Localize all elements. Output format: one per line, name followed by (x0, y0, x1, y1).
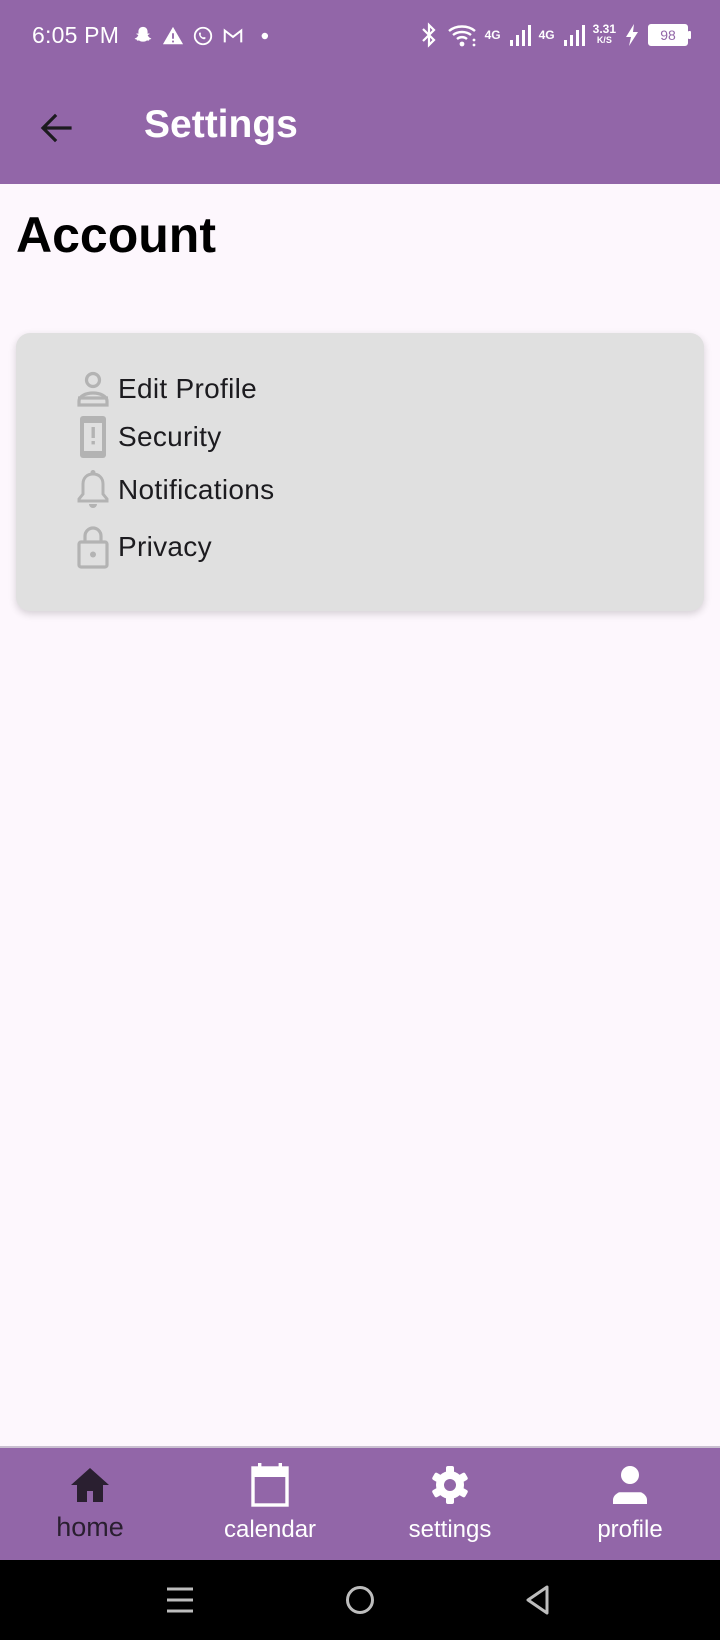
nav-label: profile (597, 1516, 663, 1543)
dot-icon (261, 32, 269, 40)
app-bar: Settings (0, 72, 720, 184)
nav-item-home[interactable]: home (0, 1448, 180, 1562)
phone-alert-icon (74, 413, 112, 461)
battery-icon: 98 (648, 24, 691, 46)
settings-item-label: Edit Profile (118, 373, 257, 404)
calendar-icon (250, 1462, 290, 1508)
wifi-icon (447, 25, 476, 47)
nav-item-settings[interactable]: settings (360, 1448, 540, 1562)
arrow-back-icon (40, 113, 72, 143)
network-speed-value: 3.31 (592, 22, 616, 36)
nav-label: settings (408, 1516, 492, 1543)
notifications-item[interactable]: Notifications (74, 466, 674, 514)
security-item[interactable]: Security (74, 413, 674, 461)
status-bar: 6:05 PM 4G 4G 3.31 K/S 98 (0, 0, 720, 72)
network-speed-unit: K/S (596, 35, 612, 45)
notification-icons (132, 22, 274, 50)
charging-icon (626, 24, 638, 46)
nav-item-calendar[interactable]: calendar (180, 1448, 360, 1562)
gmail-icon (223, 28, 243, 43)
back-button[interactable] (28, 100, 84, 156)
edit-profile-item[interactable]: Edit Profile (74, 365, 674, 413)
signal-icon (563, 25, 585, 46)
bottom-nav: home calendar settings profile (0, 1446, 720, 1562)
settings-item-label: Security (118, 421, 222, 452)
circle-icon (346, 1586, 374, 1614)
nav-item-profile[interactable]: profile (540, 1448, 720, 1562)
person-icon (610, 1462, 650, 1508)
menu-icon (167, 1587, 193, 1613)
network-type-2: 4G (538, 28, 555, 42)
settings-item-label: Notifications (118, 474, 275, 505)
settings-item-label: Privacy (118, 531, 212, 562)
triangle-back-icon (526, 1585, 549, 1615)
home-icon (69, 1462, 111, 1508)
section-heading: Account (16, 207, 216, 263)
network-type-1: 4G (484, 28, 501, 42)
page-title: Settings (144, 103, 298, 146)
nav-label: calendar (223, 1516, 317, 1543)
lock-icon (74, 523, 112, 571)
snapchat-icon (134, 26, 152, 42)
warning-icon (162, 26, 184, 45)
gear-icon (429, 1462, 471, 1508)
privacy-item[interactable]: Privacy (74, 523, 674, 571)
recent-apps-button[interactable] (158, 1578, 202, 1622)
system-nav-bar (0, 1560, 720, 1640)
signal-icon (509, 25, 531, 46)
back-system-button[interactable] (516, 1578, 560, 1622)
status-time: 6:05 PM (32, 22, 120, 48)
network-speed: 3.31 K/S (592, 22, 616, 46)
system-status-icons: 4G 4G 3.31 K/S 98 (419, 20, 691, 50)
bell-icon (74, 466, 112, 514)
whatsapp-icon (193, 26, 213, 46)
bluetooth-icon (421, 22, 436, 48)
home-system-button[interactable] (338, 1578, 382, 1622)
nav-label: home (56, 1512, 124, 1542)
account-settings-card: Edit Profile Security Notifications Priv… (16, 333, 704, 611)
person-icon (74, 365, 112, 413)
battery-level: 98 (660, 27, 676, 43)
